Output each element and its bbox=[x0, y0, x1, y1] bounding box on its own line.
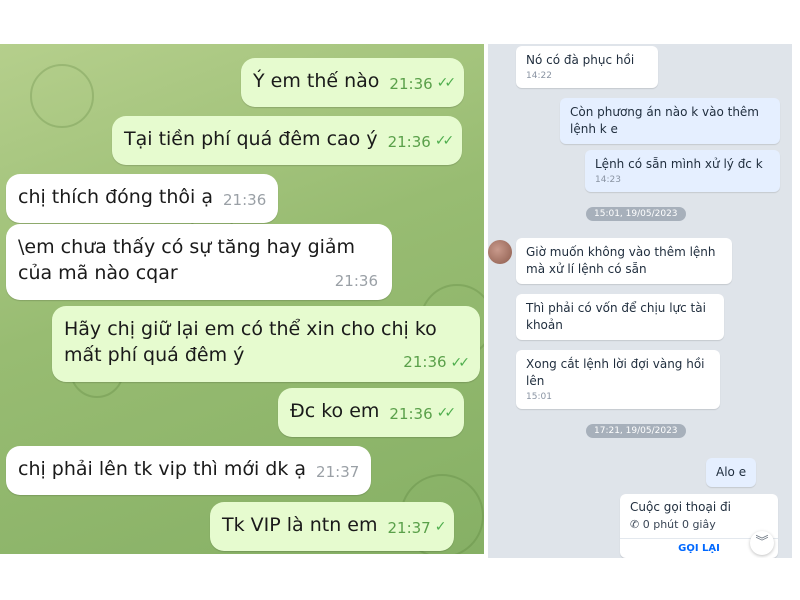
message-text-line: Giờ muốn không vào thêm lệnh bbox=[526, 245, 716, 259]
double-check-icon: ✓✓ bbox=[436, 405, 457, 421]
message-time: 21:36 bbox=[389, 75, 433, 93]
message-text: Tại tiền phí quá đêm cao ý bbox=[124, 128, 378, 150]
message-text-line: khoản bbox=[526, 318, 563, 332]
message-time: 21:36 bbox=[403, 353, 447, 371]
message-text-line: \em chưa thấy có sự tăng hay giảm bbox=[18, 236, 356, 258]
message-text-line: Thì phải có vốn để chịu lực tài bbox=[526, 301, 706, 315]
message-text: Lệnh có sẵn mình xử lý đc k bbox=[595, 157, 763, 171]
message-bubble-incoming[interactable]: \em chưa thấy có sự tăng hay giảm của mã… bbox=[6, 224, 392, 300]
double-check-icon: ✓✓ bbox=[450, 355, 471, 371]
message-text-line: Hãy chị giữ lại em có thể xin cho chị ko bbox=[64, 318, 437, 340]
message-text: Tk VIP là ntn em bbox=[222, 514, 378, 536]
message-bubble-outgoing[interactable]: Lệnh có sẵn mình xử lý đc k 14:23 bbox=[585, 150, 780, 192]
call-duration: 0 phút 0 giây bbox=[642, 518, 716, 531]
message-text: Nó có đà phục hồi bbox=[526, 53, 635, 67]
message-time: 15:01 bbox=[526, 392, 552, 402]
message-bubble-outgoing[interactable]: Alo e bbox=[706, 458, 757, 487]
message-bubble-outgoing[interactable]: Ý em thế nào 21:36 ✓✓ bbox=[241, 58, 465, 107]
message-text: Alo e bbox=[716, 465, 747, 479]
message-time: 21:37 bbox=[316, 463, 360, 481]
message-time: 21:36 bbox=[389, 405, 433, 423]
message-text: Đc ko em bbox=[290, 400, 380, 422]
message-time: 21:36 bbox=[223, 191, 267, 209]
double-check-icon: ✓✓ bbox=[434, 133, 455, 149]
message-text-line: Còn phương án nào k vào thêm bbox=[570, 105, 759, 119]
zalo-chat-panel: Nó có đà phục hồi 14:22 Còn phương án nà… bbox=[488, 44, 792, 558]
message-bubble-outgoing[interactable]: Đc ko em 21:36 ✓✓ bbox=[278, 388, 465, 437]
message-text-line: lệnh k e bbox=[570, 122, 618, 136]
check-icon: ✓ bbox=[434, 519, 447, 535]
chevron-double-down-icon[interactable]: ︾ bbox=[750, 531, 774, 555]
message-text: Ý em thế nào bbox=[253, 70, 380, 92]
message-bubble-outgoing[interactable]: Tk VIP là ntn em 21:37 ✓ bbox=[210, 502, 455, 551]
message-time: 14:23 bbox=[595, 175, 621, 185]
message-time: 14:22 bbox=[526, 71, 552, 81]
telegram-chat-panel: Ý em thế nào 21:36 ✓✓ Tại tiền phí quá đêm… bbox=[0, 44, 484, 554]
phone-outgoing-icon: ✆ bbox=[630, 518, 640, 531]
message-text-line: mà xử lí lệnh có sẵn bbox=[526, 262, 647, 276]
date-separator: 15:01, 19/05/2023 bbox=[586, 207, 686, 221]
message-time: 21:37 bbox=[387, 519, 431, 537]
message-text-line: của mã nào cqar bbox=[18, 262, 178, 284]
message-bubble-outgoing[interactable]: Hãy chị giữ lại em có thể xin cho chị ko… bbox=[52, 306, 480, 382]
message-time-ticks: 21:36 ✓✓ bbox=[403, 349, 471, 376]
message-bubble-incoming[interactable]: Xong cắt lệnh lời đợi vàng hồi lên 15:01 bbox=[516, 350, 720, 409]
message-bubble-outgoing[interactable]: Còn phương án nào k vào thêm lệnh k e bbox=[560, 98, 780, 144]
message-text: chị thích đóng thôi ạ bbox=[18, 186, 214, 208]
double-check-icon: ✓✓ bbox=[436, 75, 457, 91]
message-bubble-incoming[interactable]: Nó có đà phục hồi 14:22 bbox=[516, 46, 658, 88]
call-duration-row: ✆ 0 phút 0 giây bbox=[630, 518, 716, 531]
message-bubble-outgoing[interactable]: Tại tiền phí quá đêm cao ý 21:36 ✓✓ bbox=[112, 116, 463, 165]
message-text-line: Xong cắt lệnh lời đợi vàng hồi bbox=[526, 357, 705, 371]
message-text-line: lên bbox=[526, 374, 545, 388]
message-bubble-incoming[interactable]: chị phải lên tk vip thì mới dk ạ 21:37 bbox=[6, 446, 372, 495]
date-separator: 17:21, 19/05/2023 bbox=[586, 424, 686, 438]
call-title: Cuộc gọi thoại đi bbox=[630, 500, 731, 514]
message-text: chị phải lên tk vip thì mới dk ạ bbox=[18, 458, 307, 480]
message-time: 21:36 bbox=[387, 133, 431, 151]
message-bubble-incoming[interactable]: chị thích đóng thôi ạ 21:36 bbox=[6, 174, 279, 223]
message-bubble-incoming[interactable]: Giờ muốn không vào thêm lệnh mà xử lí lệ… bbox=[516, 238, 732, 284]
message-bubble-incoming[interactable]: Thì phải có vốn để chịu lực tài khoản bbox=[516, 294, 724, 340]
avatar[interactable] bbox=[488, 240, 512, 264]
message-time: 21:36 bbox=[334, 272, 378, 290]
